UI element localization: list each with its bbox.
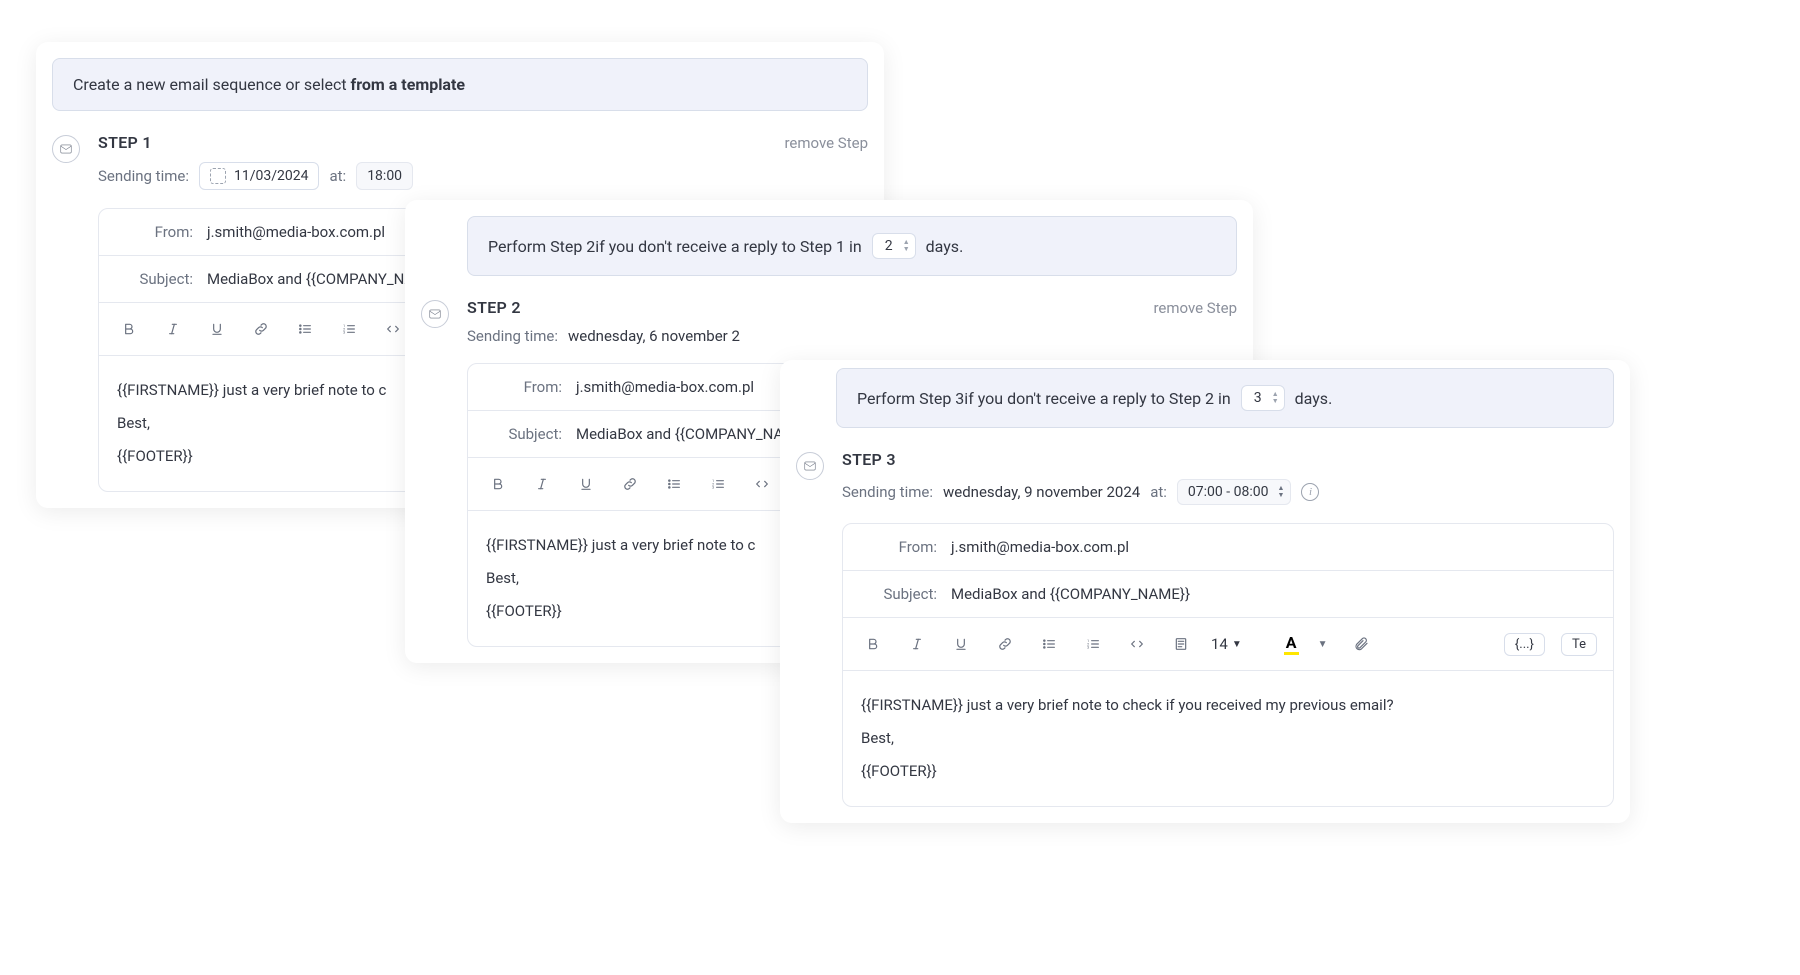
mail-icon (796, 452, 824, 480)
attachment-button[interactable] (1347, 630, 1375, 658)
condition-banner: Perform Step 2if you don't receive a rep… (467, 216, 1237, 276)
days-input[interactable]: 2 ▲▼ (872, 233, 916, 259)
sending-time-label: Sending time: (842, 483, 933, 501)
link-button[interactable] (991, 630, 1019, 658)
numbered-list-button[interactable]: 123 (1079, 630, 1107, 658)
condition-banner: Perform Step 3if you don't receive a rep… (836, 368, 1614, 428)
step-title: STEP 2 (467, 298, 521, 317)
sending-time-value: wednesday, 6 november 2 (568, 327, 740, 345)
mail-icon (421, 300, 449, 328)
subject-label: Subject: (486, 425, 562, 443)
template-button[interactable]: Te (1561, 633, 1597, 656)
bullet-list-button[interactable] (660, 470, 688, 498)
bold-button[interactable] (859, 630, 887, 658)
underline-button[interactable] (572, 470, 600, 498)
italic-button[interactable] (903, 630, 931, 658)
time-input[interactable]: 18:00 (356, 162, 413, 190)
info-icon[interactable]: i (1301, 483, 1319, 501)
italic-button[interactable] (528, 470, 556, 498)
remove-step-link[interactable]: remove Step (1153, 299, 1237, 317)
editor-toolbar: 123 14▼ A ▼ {...} Te (843, 618, 1613, 671)
from-label: From: (861, 538, 937, 556)
from-value[interactable]: j.smith@media-box.com.pl (207, 223, 385, 241)
svg-text:3: 3 (343, 330, 345, 335)
step-card-3: Perform Step 3if you don't receive a rep… (780, 360, 1630, 823)
from-label: From: (486, 378, 562, 396)
editor-body[interactable]: {{FIRSTNAME}} just a very brief note to … (843, 671, 1613, 806)
remove-step-link[interactable]: remove Step (784, 134, 868, 152)
email-editor: From: j.smith@media-box.com.pl Subject: … (842, 523, 1614, 807)
time-range-select[interactable]: 07:00 - 08:00 ▲▼ (1177, 479, 1292, 505)
code-button[interactable] (379, 315, 407, 343)
from-value[interactable]: j.smith@media-box.com.pl (951, 538, 1129, 556)
numbered-list-button[interactable]: 123 (704, 470, 732, 498)
sending-time-label: Sending time: (467, 327, 558, 345)
numbered-list-button[interactable]: 123 (335, 315, 363, 343)
code-button[interactable] (1123, 630, 1151, 658)
bullet-list-button[interactable] (291, 315, 319, 343)
subject-label: Subject: (117, 270, 193, 288)
at-label: at: (329, 167, 346, 185)
svg-text:3: 3 (712, 485, 714, 490)
svg-text:3: 3 (1087, 645, 1089, 650)
text-color-button[interactable]: A (1284, 633, 1299, 655)
mail-icon (52, 135, 80, 163)
from-value[interactable]: j.smith@media-box.com.pl (576, 378, 754, 396)
bold-button[interactable] (115, 315, 143, 343)
sending-time-value: wednesday, 9 november 2024 (943, 483, 1140, 501)
at-label: at: (1150, 483, 1167, 501)
subject-value[interactable]: MediaBox and {{COMPANY_NAME}} (951, 585, 1190, 603)
days-input[interactable]: 3 ▲▼ (1241, 385, 1285, 411)
bullet-list-button[interactable] (1035, 630, 1063, 658)
template-banner[interactable]: Create a new email sequence or select fr… (52, 58, 868, 111)
calendar-icon (210, 168, 226, 184)
subject-label: Subject: (861, 585, 937, 603)
underline-button[interactable] (947, 630, 975, 658)
color-dropdown-button[interactable]: ▼ (1315, 630, 1331, 658)
underline-button[interactable] (203, 315, 231, 343)
step-title: STEP 3 (842, 450, 896, 469)
from-label: From: (117, 223, 193, 241)
link-button[interactable] (247, 315, 275, 343)
code-button[interactable] (748, 470, 776, 498)
bold-button[interactable] (484, 470, 512, 498)
link-button[interactable] (616, 470, 644, 498)
font-size-select[interactable]: 14▼ (1211, 635, 1242, 653)
variables-button[interactable]: {...} (1504, 633, 1545, 656)
date-input[interactable]: 11/03/2024 (199, 162, 320, 190)
banner-text: Create a new email sequence or select fr… (73, 75, 465, 94)
step-title: STEP 1 (98, 133, 152, 152)
italic-button[interactable] (159, 315, 187, 343)
sending-time-label: Sending time: (98, 167, 189, 185)
doc-button[interactable] (1167, 630, 1195, 658)
